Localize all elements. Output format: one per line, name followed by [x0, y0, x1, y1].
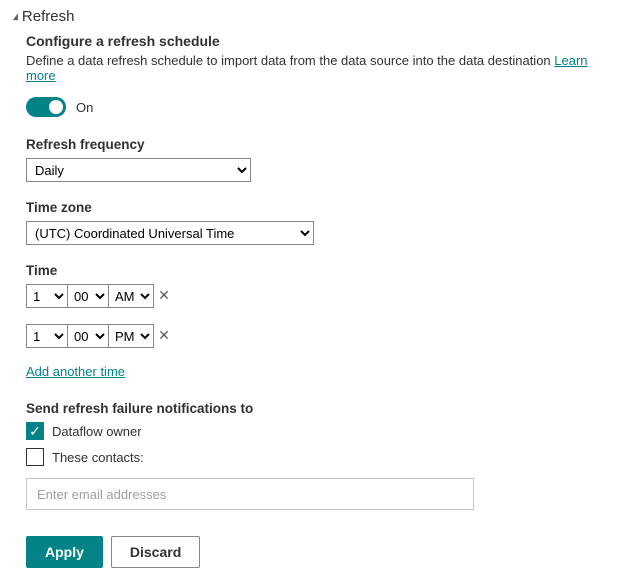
time-minute-select[interactable]: 00	[67, 284, 109, 308]
apply-button[interactable]: Apply	[26, 536, 103, 568]
timezone-select[interactable]: (UTC) Coordinated Universal Time	[26, 221, 314, 245]
time-minute-select[interactable]: 00	[67, 324, 109, 348]
contacts-checkbox[interactable]	[26, 448, 44, 466]
time-hour-select[interactable]: 1	[26, 284, 68, 308]
section-header[interactable]: ◢ Refresh	[12, 8, 605, 25]
section-subtitle: Configure a refresh schedule	[26, 33, 605, 49]
timezone-label: Time zone	[26, 200, 605, 215]
section-description: Define a data refresh schedule to import…	[26, 53, 605, 83]
time-ampm-select[interactable]: AM	[108, 284, 154, 308]
frequency-label: Refresh frequency	[26, 137, 605, 152]
remove-time-icon[interactable]: ✕	[153, 324, 175, 348]
owner-checkbox-label: Dataflow owner	[52, 424, 142, 439]
time-ampm-select[interactable]: PM	[108, 324, 154, 348]
toggle-label: On	[76, 100, 93, 115]
add-time-link[interactable]: Add another time	[26, 364, 125, 379]
contacts-checkbox-label: These contacts:	[52, 450, 144, 465]
frequency-select[interactable]: Daily	[26, 158, 251, 182]
section-title: Refresh	[22, 8, 75, 25]
time-row: 1 00 AM ✕	[26, 284, 605, 308]
time-label: Time	[26, 263, 605, 278]
disclosure-icon: ◢	[13, 11, 18, 22]
schedule-toggle[interactable]	[26, 97, 66, 117]
notifications-label: Send refresh failure notifications to	[26, 401, 605, 416]
remove-time-icon[interactable]: ✕	[153, 284, 175, 308]
time-hour-select[interactable]: 1	[26, 324, 68, 348]
discard-button[interactable]: Discard	[111, 536, 200, 568]
owner-checkbox[interactable]: ✓	[26, 422, 44, 440]
contacts-email-input[interactable]	[26, 478, 474, 510]
time-row: 1 00 PM ✕	[26, 324, 605, 348]
